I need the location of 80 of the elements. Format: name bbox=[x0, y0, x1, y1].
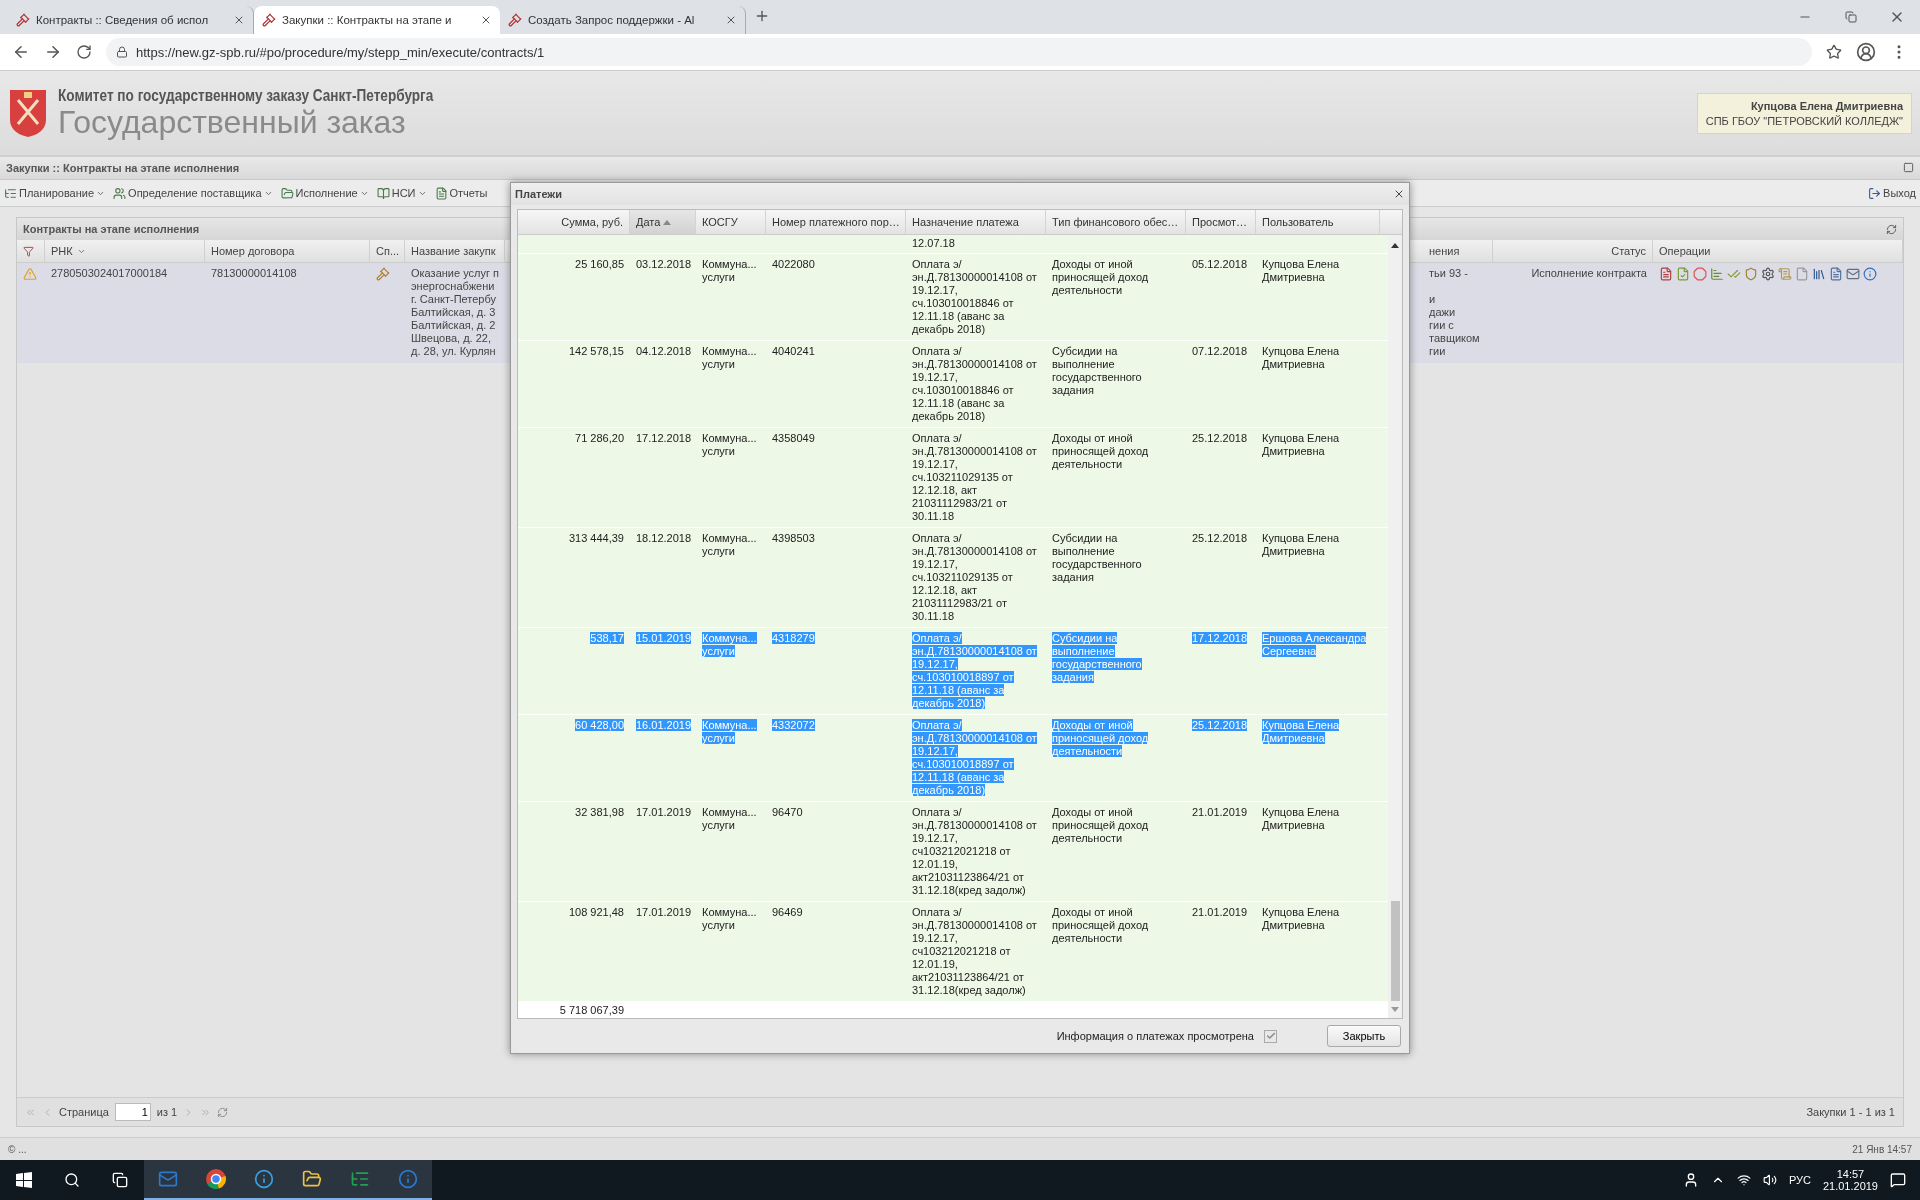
table-cell-text: Оплата э/ эн.Д.78130000014108 от 19.12.17, сч.103010018846 от 12.11.18 (аванс за декабрь 2018) bbox=[911, 344, 1038, 424]
table-cell-text: Доходы от иной приносящей доход деятельности bbox=[1051, 905, 1150, 946]
table-cell-text: Оказание услуг п энергоснабжени г. Санкт-Петербу Балтийская, д. 3 Балтийская, д. 2 Швецова, д. 22, д. 28, ул. Курлян bbox=[410, 266, 500, 359]
table-cell-text: Доходы от иной приносящей доход деятельности bbox=[1051, 805, 1150, 846]
table-cell-text: Субсидии на выполнение государственного задания bbox=[1051, 531, 1143, 585]
table-cell-text: 04.12.2018 bbox=[635, 344, 693, 359]
copyright-text: © ... bbox=[8, 1143, 27, 1155]
table-cell-text: 21.01.2019 bbox=[1191, 805, 1249, 820]
table-cell-text: Коммуна... услуги bbox=[701, 905, 758, 933]
table-cell-text: 12.07.18 bbox=[911, 236, 956, 251]
table-cell-text: 21.01.2019 bbox=[1191, 905, 1249, 920]
table-cell-text: Коммуна... услуги bbox=[701, 531, 758, 559]
table-cell-text: Оплата э/ эн.Д.78130000014108 от 19.12.17, сч103212021218 от 12.01.19, акт21031123864/21 от 31.12.18(кред задолж) bbox=[911, 905, 1038, 998]
site-title: Государственный заказ bbox=[58, 105, 407, 139]
table-cell-text: Купцова Елена Дмитриевна bbox=[1261, 344, 1341, 372]
table-cell-text: 25.12.2018 bbox=[1191, 431, 1249, 446]
table-cell-text: 16.01.2019 bbox=[635, 718, 693, 733]
table-cell-text: 4318279 bbox=[771, 631, 816, 646]
table-cell-text: 32 381,98 bbox=[574, 805, 625, 820]
table-cell-text: Доходы от иной приносящей доход деятельности bbox=[1051, 431, 1150, 472]
table-cell-text: Субсидии на выполнение государственного задания bbox=[1051, 344, 1143, 398]
table-cell-text: 05.12.2018 bbox=[1191, 257, 1249, 272]
table-cell-text: Коммуна... услуги bbox=[701, 718, 758, 746]
table-cell-text: 4358049 bbox=[771, 431, 816, 446]
table-cell-text: Оплата э/ эн.Д.78130000014108 от 19.12.17, сч.103010018846 от 12.11.18 (аванс за декабрь 2018) bbox=[911, 257, 1038, 337]
table-cell-text: 25.12.2018 bbox=[1191, 718, 1249, 733]
table-cell-text: 2780503024017000184 bbox=[50, 266, 169, 281]
status-date: 21 Янв 14:57 bbox=[1852, 1143, 1912, 1155]
table-cell-text: 17.01.2019 bbox=[635, 905, 693, 920]
table-cell-text: 18.12.2018 bbox=[635, 531, 693, 546]
table-cell-text: 60 428,00 bbox=[574, 718, 625, 733]
organization-name: Комитет по государственному заказу Санкт-Петербурга bbox=[58, 87, 434, 105]
table-cell-text: 96470 bbox=[771, 805, 804, 820]
table-cell-text: Коммуна... услуги bbox=[701, 431, 758, 459]
table-cell-text: 25.12.2018 bbox=[1191, 531, 1249, 546]
table-cell-text: 17.12.2018 bbox=[1191, 631, 1249, 646]
table-cell-text: Доходы от иной приносящей доход деятельности bbox=[1051, 257, 1150, 298]
panel-title: Закупки :: Контракты на этапе исполнения bbox=[6, 162, 240, 174]
dialog-title: Платежи bbox=[515, 188, 562, 200]
user-organization: СПБ ГБОУ "ПЕТРОВСКИЙ КОЛЛЕДЖ" bbox=[1705, 114, 1903, 127]
table-cell-text: Купцова Елена Дмитриевна bbox=[1261, 257, 1341, 285]
table-cell-text: 15.01.2019 bbox=[635, 631, 693, 646]
table-cell-text: Коммуна... услуги bbox=[701, 805, 758, 833]
table-cell-text: 17.01.2019 bbox=[635, 805, 693, 820]
table-cell-text: Исполнение контракта bbox=[1530, 266, 1648, 281]
table-cell-text: 4040241 bbox=[771, 344, 816, 359]
table-cell-text: 4022080 bbox=[771, 257, 816, 272]
table-cell-text: 03.12.2018 bbox=[635, 257, 693, 272]
user-name: Купцова Елена Дмитриевна bbox=[1749, 99, 1903, 112]
table-cell-text: Купцова Елена Дмитриевна bbox=[1261, 905, 1341, 933]
viewed-label: Информация о платежах просмотрена bbox=[1056, 1030, 1254, 1042]
table-cell-text: 313 444,39 bbox=[567, 531, 625, 546]
table-cell-text: тьи 93 - и дажи гии с тавщиком гии bbox=[1428, 266, 1481, 359]
table-cell-text: 96469 bbox=[771, 905, 804, 920]
grid-title: Контракты на этапе исполнения bbox=[23, 223, 200, 235]
table-cell-text: Оплата э/ эн.Д.78130000014108 от 19.12.17, сч.103211029135 от 12.12.18, акт 21031112983/21 от 30.11.18 bbox=[911, 431, 1038, 524]
table-cell-text: 25 160,85 bbox=[574, 257, 625, 272]
table-cell-text: 538,17 bbox=[589, 631, 625, 646]
table-cell-text: Купцова Елена Дмитриевна bbox=[1261, 718, 1341, 746]
page-count: из 1 bbox=[156, 1106, 178, 1118]
table-cell-text: 142 578,15 bbox=[567, 344, 625, 359]
table-cell-text: 4398503 bbox=[771, 531, 816, 546]
table-cell-text: Оплата э/ эн.Д.78130000014108 от 19.12.17, сч.103211029135 от 12.12.18, акт 21031112983/21 от 30.11.18 bbox=[911, 531, 1038, 624]
table-cell-text: Коммуна... услуги bbox=[701, 344, 758, 372]
total-amount: 5 718 067,39 bbox=[558, 1003, 625, 1017]
table-cell-text: Доходы от иной приносящей доход деятельности bbox=[1051, 718, 1150, 759]
table-cell-text: 71 286,20 bbox=[574, 431, 625, 446]
table-cell-text: 07.12.2018 bbox=[1191, 344, 1249, 359]
table-cell-text: Коммуна... услуги bbox=[701, 257, 758, 285]
records-summary: Закупки 1 - 1 из 1 bbox=[1806, 1106, 1895, 1118]
table-cell-text: 17.12.2018 bbox=[635, 431, 693, 446]
table-cell-text: Коммуна... услуги bbox=[701, 631, 758, 659]
table-cell-text: 4332072 bbox=[771, 718, 816, 733]
table-cell-text: Купцова Елена Дмитриевна bbox=[1261, 531, 1341, 559]
table-cell-text: 78130000014108 bbox=[210, 266, 298, 281]
table-cell-text: Купцова Елена Дмитриевна bbox=[1261, 805, 1341, 833]
page-label: Страница bbox=[59, 1106, 109, 1118]
table-cell-text: Купцова Елена Дмитриевна bbox=[1261, 431, 1341, 459]
table-cell-text: Оплата э/ эн.Д.78130000014108 от 19.12.17, сч103212021218 от 12.01.19, акт21031123864/21 от 31.12.18(кред задолж) bbox=[911, 805, 1038, 898]
table-cell-text: 108 921,48 bbox=[567, 905, 625, 920]
